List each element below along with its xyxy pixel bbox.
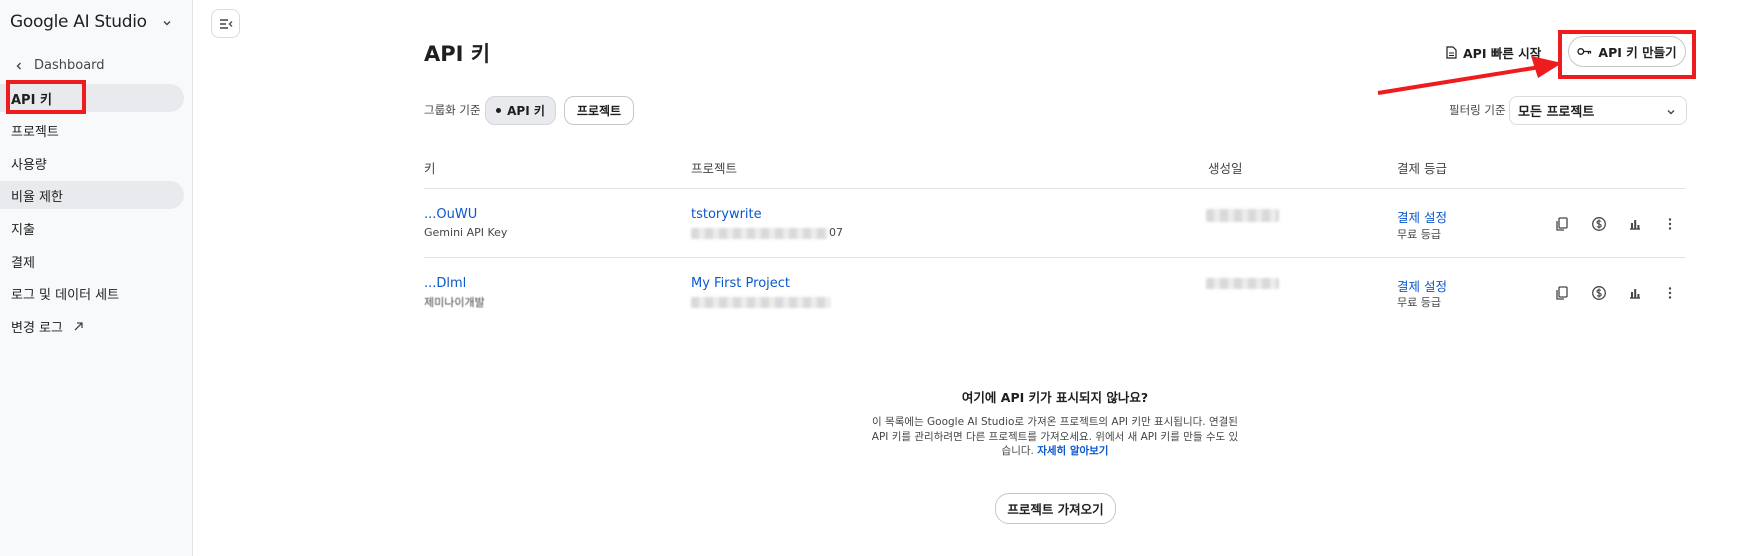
back-to-dashboard[interactable]: Dashboard bbox=[14, 58, 105, 73]
chevron-down-icon bbox=[1667, 110, 1675, 115]
sidebar-item-logs-datasets[interactable]: 로그 및 데이터 세트 bbox=[0, 279, 184, 307]
sidebar-item-projects[interactable]: 프로젝트 bbox=[0, 116, 184, 144]
filter-value: 모든 프로젝트 bbox=[1518, 105, 1595, 120]
chevron-left-icon bbox=[16, 62, 21, 69]
quickstart-label: API 빠른 시작 bbox=[1463, 46, 1542, 61]
brand-logo[interactable]: Google AI Studio bbox=[10, 12, 147, 32]
collapse-sidebar-button[interactable] bbox=[211, 9, 240, 38]
project-id-suffix: 07 bbox=[829, 226, 843, 239]
api-key-link[interactable]: ...OuWU bbox=[424, 207, 477, 222]
sidebar-item-label: 로그 및 데이터 세트 bbox=[11, 287, 120, 303]
selected-dot-icon bbox=[496, 108, 502, 113]
group-by-project-chip[interactable]: 프로젝트 bbox=[564, 96, 634, 125]
billing-icon[interactable] bbox=[1591, 285, 1607, 301]
redacted-project-id bbox=[691, 228, 828, 239]
column-header-billing-tier: 결제 등급 bbox=[1397, 161, 1447, 176]
document-icon bbox=[1446, 46, 1457, 59]
empty-state-title: 여기에 API 키가 표시되지 않나요? bbox=[961, 390, 1149, 405]
api-quickstart-link[interactable]: API 빠른 시작 bbox=[1446, 43, 1541, 62]
sidebar-item-usage[interactable]: 사용량 bbox=[0, 149, 184, 177]
annotation-box-sidebar bbox=[6, 80, 86, 114]
sidebar-item-label: 변경 로그 bbox=[11, 320, 63, 336]
usage-chart-icon[interactable] bbox=[1627, 285, 1643, 301]
column-header-project: 프로젝트 bbox=[691, 161, 738, 176]
divider bbox=[424, 188, 1686, 189]
sidebar-item-label: 사용량 bbox=[11, 157, 47, 173]
column-header-key: 키 bbox=[424, 161, 436, 176]
usage-chart-icon[interactable] bbox=[1627, 216, 1643, 232]
billing-tier: 무료 등급 bbox=[1397, 296, 1441, 309]
billing-settings-link[interactable]: 결제 설정 bbox=[1397, 276, 1447, 295]
empty-state-body: 이 목록에는 Google AI Studio로 가져온 프로젝트의 API 키… bbox=[871, 415, 1239, 459]
api-key-name: 제미나이개발 bbox=[424, 296, 485, 309]
billing-tier: 무료 등급 bbox=[1397, 228, 1441, 241]
copy-icon[interactable] bbox=[1554, 216, 1570, 232]
sidebar-item-billing[interactable]: 결제 bbox=[0, 247, 184, 275]
redacted-created-date bbox=[1206, 278, 1279, 289]
project-filter-select[interactable]: 모든 프로젝트 bbox=[1509, 96, 1687, 125]
billing-settings-link[interactable]: 결제 설정 bbox=[1397, 207, 1447, 226]
annotation-arrow bbox=[1377, 56, 1562, 95]
redacted-project-id bbox=[691, 297, 831, 308]
chip-label: API 키 bbox=[507, 104, 545, 118]
sidebar-item-spend[interactable]: 지출 bbox=[0, 214, 184, 242]
sidebar-item-label: 지출 bbox=[11, 222, 35, 238]
redacted-created-date bbox=[1206, 209, 1279, 222]
collapse-sidebar-icon bbox=[219, 18, 232, 29]
import-project-button[interactable]: 프로젝트 가져오기 bbox=[995, 493, 1116, 524]
group-by-label: 그룹화 기준 bbox=[424, 103, 481, 117]
chevron-down-icon[interactable] bbox=[162, 18, 172, 28]
sidebar-item-changelog[interactable]: 변경 로그 bbox=[0, 312, 184, 340]
api-key-link[interactable]: ...Dlml bbox=[424, 276, 466, 291]
chip-label: 프로젝트 bbox=[576, 104, 622, 118]
more-vert-icon[interactable] bbox=[1662, 285, 1678, 301]
sidebar-item-label: 프로젝트 bbox=[11, 124, 59, 140]
back-label: Dashboard bbox=[34, 58, 105, 73]
sidebar-item-label: 결제 bbox=[11, 255, 35, 271]
divider bbox=[424, 257, 1686, 258]
filter-by-label: 필터링 기준 bbox=[1449, 103, 1506, 117]
project-link[interactable]: My First Project bbox=[691, 276, 790, 291]
billing-icon[interactable] bbox=[1591, 216, 1607, 232]
annotation-box-create bbox=[1558, 30, 1696, 79]
sidebar-item-rate-limits[interactable]: 비율 제한 bbox=[0, 181, 184, 209]
learn-more-link[interactable]: 자세히 알아보기 bbox=[1037, 445, 1108, 457]
group-by-api-key-chip[interactable]: API 키 bbox=[485, 96, 556, 125]
more-vert-icon[interactable] bbox=[1662, 216, 1678, 232]
external-link-icon bbox=[74, 321, 83, 330]
column-header-created: 생성일 bbox=[1208, 161, 1243, 176]
copy-icon[interactable] bbox=[1554, 285, 1570, 301]
sidebar-item-label: 비율 제한 bbox=[11, 189, 63, 205]
api-key-name: Gemini API Key bbox=[424, 226, 508, 239]
page-title: API 키 bbox=[424, 42, 491, 66]
project-link[interactable]: tstorywrite bbox=[691, 207, 762, 222]
